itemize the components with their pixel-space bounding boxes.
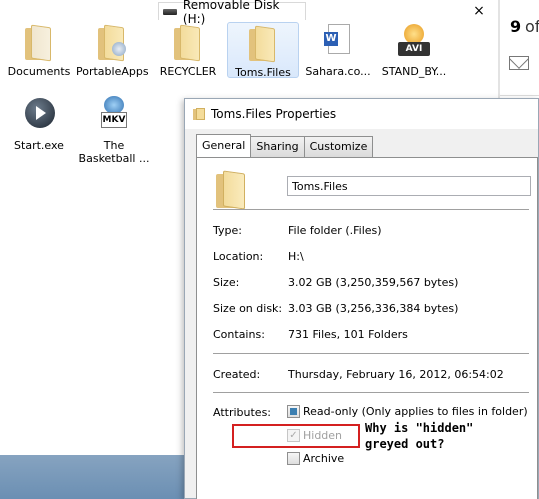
file-item-toms-files[interactable]: Toms.Files xyxy=(227,22,299,79)
folder-icon xyxy=(249,25,277,63)
file-item-basketball[interactable]: MKV The Basketball ... xyxy=(78,96,150,165)
folder-icon xyxy=(174,24,202,62)
word-document-icon: W xyxy=(316,22,360,62)
contains-value: 731 Files, 101 Folders xyxy=(288,328,408,341)
file-item-label: Start.exe xyxy=(14,139,64,152)
mail-icon[interactable] xyxy=(509,56,529,70)
archive-label: Archive xyxy=(303,452,345,465)
file-item-label: Toms.Files xyxy=(235,66,291,79)
type-value: File folder (.Files) xyxy=(288,224,382,237)
created-label: Created: xyxy=(213,368,261,381)
file-item-stand-by[interactable]: AVI STAND_BY... xyxy=(378,22,450,78)
highlight-annotation-box xyxy=(232,424,360,448)
avi-video-icon: AVI xyxy=(392,22,436,62)
properties-title: Toms.Files Properties xyxy=(211,107,337,121)
mkv-video-icon: MKV xyxy=(92,96,136,136)
folder-icon xyxy=(25,24,53,62)
annotation-line-1: Why is "hidden" xyxy=(365,421,474,435)
divider xyxy=(500,95,539,96)
divider xyxy=(213,392,529,393)
removable-drive-icon xyxy=(163,8,177,15)
readonly-checkbox[interactable] xyxy=(287,405,300,418)
folder-icon xyxy=(193,108,205,120)
size-label: Size: xyxy=(213,276,240,289)
file-item-label: PortableApps xyxy=(76,65,149,78)
type-label: Type: xyxy=(213,224,242,237)
folder-gear-icon xyxy=(98,24,126,62)
explorer-tab[interactable]: Removable Disk (H:) xyxy=(158,0,306,26)
divider xyxy=(213,209,529,210)
archive-checkbox-row[interactable]: Archive xyxy=(287,452,344,465)
attributes-label: Attributes: xyxy=(213,406,272,419)
annotation-text: Why is "hidden" greyed out? xyxy=(365,420,495,452)
created-value: Thursday, February 16, 2012, 06:54:02 xyxy=(288,368,504,381)
properties-titlebar[interactable]: Toms.Files Properties xyxy=(185,99,538,129)
annotation-line-2: greyed out? xyxy=(365,437,445,451)
size-value: 3.02 GB (3,250,359,567 bytes) xyxy=(288,276,459,289)
file-item-label-line2: Basketball ... xyxy=(78,152,150,165)
size-on-disk-label: Size on disk: xyxy=(213,302,283,315)
readonly-checkbox-row[interactable]: Read-only (Only applies to files in fold… xyxy=(287,405,528,418)
contains-label: Contains: xyxy=(213,328,265,341)
tab-strip: General Sharing Customize xyxy=(196,134,374,157)
message-count-suffix: of xyxy=(525,17,539,36)
folder-icon xyxy=(214,170,248,210)
start-exe-icon xyxy=(17,96,61,136)
location-label: Location: xyxy=(213,250,264,263)
file-item-documents[interactable]: Documents xyxy=(3,22,75,78)
file-item-label: RECYCLER xyxy=(159,65,217,78)
file-item-label: STAND_BY... xyxy=(381,65,447,78)
file-item-label: Sahara.co... xyxy=(305,65,371,78)
file-item-start-exe[interactable]: Start.exe xyxy=(3,96,75,152)
archive-checkbox[interactable] xyxy=(287,452,300,465)
tab-general[interactable]: General xyxy=(196,134,252,157)
folder-name-input[interactable] xyxy=(287,176,531,196)
readonly-label: Read-only (Only applies to files in fold… xyxy=(303,405,528,418)
file-item-label: Documents xyxy=(7,65,71,78)
size-on-disk-value: 3.03 GB (3,256,336,384 bytes) xyxy=(288,302,459,315)
file-item-sahara[interactable]: W Sahara.co... xyxy=(302,22,374,78)
explorer-titlebar: Removable Disk (H:) × xyxy=(0,0,500,26)
file-item-recycler[interactable]: RECYCLER xyxy=(152,22,224,78)
file-item-label: The xyxy=(103,139,125,152)
message-count: 9 xyxy=(510,17,522,36)
tab-customize[interactable]: Customize xyxy=(303,136,374,157)
location-value: H:\ xyxy=(288,250,304,263)
file-item-portableapps[interactable]: PortableApps xyxy=(76,22,149,78)
tab-sharing[interactable]: Sharing xyxy=(250,136,305,157)
close-icon[interactable]: × xyxy=(468,1,490,21)
divider xyxy=(213,353,529,354)
